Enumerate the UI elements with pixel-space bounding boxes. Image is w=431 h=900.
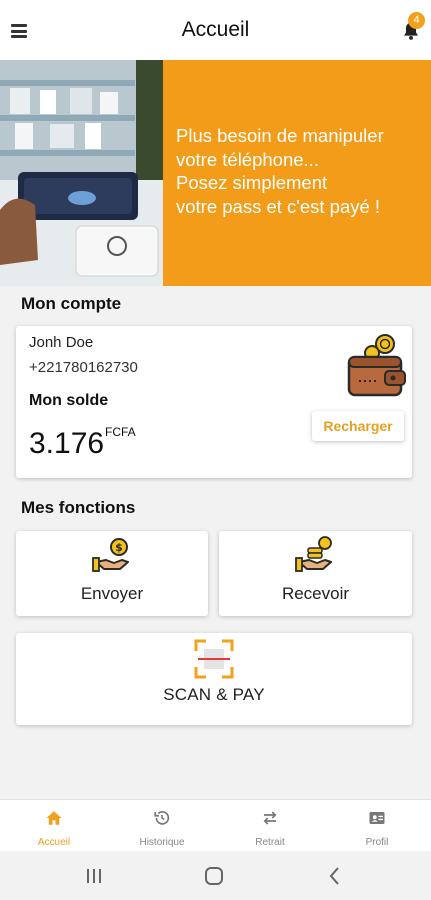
- banner-text-line: Posez simplement: [176, 172, 328, 193]
- receive-label: Recevoir: [281, 584, 350, 603]
- banner-photo: [0, 60, 163, 286]
- send-label: Envoyer: [80, 584, 144, 603]
- back-icon[interactable]: [324, 865, 346, 887]
- nav-label: Historique: [139, 837, 185, 848]
- home-icon: [46, 811, 62, 825]
- nav-retrait[interactable]: Retrait: [216, 800, 324, 852]
- balance-amount: 3.176: [29, 427, 105, 460]
- history-icon: [154, 811, 170, 825]
- top-app-bar: Accueil 4: [0, 0, 431, 60]
- home-button-icon[interactable]: [203, 865, 225, 887]
- recent-apps-icon[interactable]: [83, 865, 105, 887]
- scan-and-pay-label: SCAN & PAY: [163, 685, 265, 704]
- system-navigation-bar: [0, 851, 431, 900]
- page-title: Accueil: [181, 18, 250, 41]
- nav-accueil[interactable]: Accueil: [0, 800, 108, 852]
- account-phone: +221780162730: [29, 359, 138, 376]
- recharge-button[interactable]: Recharger: [312, 411, 404, 441]
- transfer-arrows-icon: [263, 811, 277, 825]
- nav-profil[interactable]: Profil: [323, 800, 431, 852]
- nav-label: Profil: [365, 837, 389, 848]
- account-holder-name: Jonh Doe: [29, 334, 94, 351]
- scan-and-pay-button[interactable]: SCAN & PAY: [16, 633, 412, 725]
- send-money-icon: $: [92, 538, 129, 572]
- balance-currency: FCFA: [105, 425, 136, 439]
- notification-badge: 4: [408, 12, 425, 29]
- bottom-navigation: Accueil Historique Retrait Profil: [0, 799, 431, 851]
- banner-text: Plus besoin de manipuler votre téléphone…: [176, 124, 426, 218]
- receive-money-icon: [295, 536, 332, 572]
- balance-label: Mon solde: [29, 392, 109, 409]
- banner-text-line: votre pass et c'est payé !: [176, 195, 381, 217]
- send-button[interactable]: $ Envoyer: [16, 531, 208, 616]
- scan-qr-icon: [194, 639, 234, 679]
- functions-section-title: Mes fonctions: [21, 498, 136, 517]
- account-card: Jonh Doe +221780162730 Mon solde 3.176 F…: [16, 326, 412, 478]
- promo-banner[interactable]: Plus besoin de manipuler votre téléphone…: [0, 60, 431, 286]
- account-section-title: Mon compte: [21, 294, 122, 313]
- banner-text-line: votre téléphone...: [176, 148, 319, 170]
- nav-label: Retrait: [255, 837, 285, 848]
- banner-text-line: Plus besoin de manipuler: [176, 125, 384, 146]
- nav-historique[interactable]: Historique: [108, 800, 216, 852]
- wallet-icon: [347, 334, 406, 397]
- nav-label: Accueil: [37, 837, 71, 848]
- profile-card-icon: [369, 812, 385, 824]
- receive-button[interactable]: Recevoir: [219, 531, 412, 616]
- svg-text:$: $: [115, 541, 123, 554]
